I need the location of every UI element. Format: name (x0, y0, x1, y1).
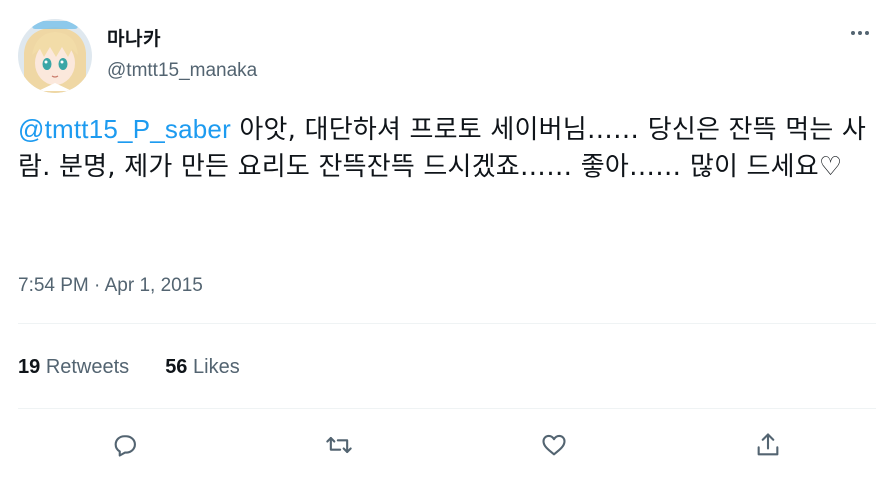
likes-label: Likes (193, 356, 240, 378)
dot (851, 31, 855, 35)
dot (858, 31, 862, 35)
tweet-text: @tmtt15_P_saber 아앗, 대단하셔 프로토 세이버님…… 당신은 … (18, 111, 878, 186)
avatar-image (18, 19, 92, 93)
divider (18, 323, 876, 324)
divider (18, 408, 876, 409)
user-handle[interactable]: @tmtt15_manaka (107, 60, 257, 82)
dot (865, 31, 869, 35)
reply-icon[interactable] (108, 428, 142, 462)
engagement-stats: 19 Retweets 56 Likes (18, 356, 240, 379)
display-name[interactable]: 마나카 (107, 24, 161, 51)
tweet-timestamp[interactable]: 7:54 PM · Apr 1, 2015 (18, 275, 203, 297)
retweets-count: 19 (18, 356, 41, 378)
retweets-stat[interactable]: 19 Retweets (18, 356, 129, 379)
retweets-label: Retweets (45, 356, 130, 378)
likes-stat[interactable]: 56 Likes (165, 356, 240, 379)
like-icon[interactable] (537, 428, 571, 462)
likes-count: 56 (165, 356, 188, 378)
action-bar (0, 420, 894, 470)
more-options-icon[interactable] (846, 22, 874, 44)
mention-link[interactable]: @tmtt15_P_saber (18, 114, 231, 144)
retweet-icon[interactable] (322, 428, 356, 462)
avatar[interactable] (18, 19, 92, 93)
share-icon[interactable] (751, 428, 785, 462)
